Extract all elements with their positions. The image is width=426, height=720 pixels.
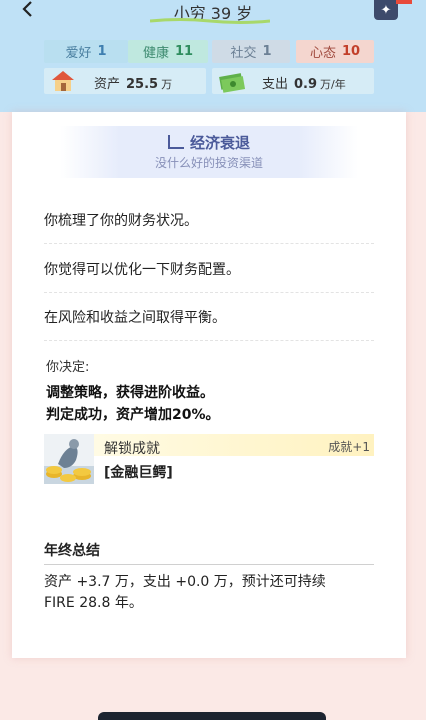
- money-icon: [219, 73, 246, 93]
- summary-text: 资产 +3.7 万，支出 +0.0 万，预计还可持续 FIRE 28.8 年。: [44, 574, 326, 611]
- notification-dot: [396, 0, 412, 4]
- decision-label: 你决定:: [46, 360, 90, 375]
- decision-result-2: 判定成功，资产增加20%。: [46, 407, 220, 423]
- decision-result-1: 调整策略，获得进阶收益。: [46, 385, 214, 401]
- expense-display: 支出 0.9 万/年: [212, 68, 374, 94]
- summary-title: 年终总结: [44, 543, 100, 559]
- page-title: 小穷 39 岁: [0, 0, 426, 24]
- continue-button[interactable]: [98, 712, 326, 720]
- house-icon: [52, 71, 74, 91]
- achievement-unlock: 解锁成就 [金融巨鳄] 成就+1: [44, 434, 374, 484]
- assets-display: 资产 25.5 万: [44, 68, 206, 94]
- stat-mood: 心态 10: [296, 40, 374, 63]
- achievement-unlock-label: 解锁成就: [104, 441, 160, 457]
- stat-health: 健康 11: [128, 40, 208, 63]
- divider: [44, 340, 374, 341]
- title-underline-icon: [150, 18, 270, 24]
- story-line-1: 你梳理了你的财务状况。: [44, 213, 198, 229]
- chart-trend-icon: [167, 135, 184, 149]
- story-line-3: 在风险和收益之间取得平衡。: [44, 310, 226, 326]
- event-subtitle: 没什么好的投资渠道: [154, 156, 263, 170]
- summary-divider: [44, 564, 374, 565]
- story-line-2: 你觉得可以优化一下财务配置。: [44, 262, 240, 278]
- stat-hobby: 爱好 1: [44, 40, 128, 63]
- stat-social: 社交 1: [212, 40, 290, 63]
- event-card: 经济衰退 没什么好的投资渠道 你梳理了你的财务状况。 你觉得可以优化一下财务配置…: [12, 112, 406, 658]
- achievement-menu-icon[interactable]: ✦: [374, 0, 398, 20]
- achievement-badge: 成就+1: [328, 440, 370, 454]
- event-title: 经济衰退: [12, 132, 406, 153]
- divider: [44, 243, 374, 244]
- achievement-name: [金融巨鳄]: [104, 465, 173, 481]
- top-status-panel: 小穷 39 岁 ✦ 爱好 1 健康 11 社交 1 心态 10 资产 25.5 万 支出 0.…: [0, 0, 426, 112]
- golden-crocodile-achievement-icon: [44, 434, 94, 484]
- divider: [44, 292, 374, 293]
